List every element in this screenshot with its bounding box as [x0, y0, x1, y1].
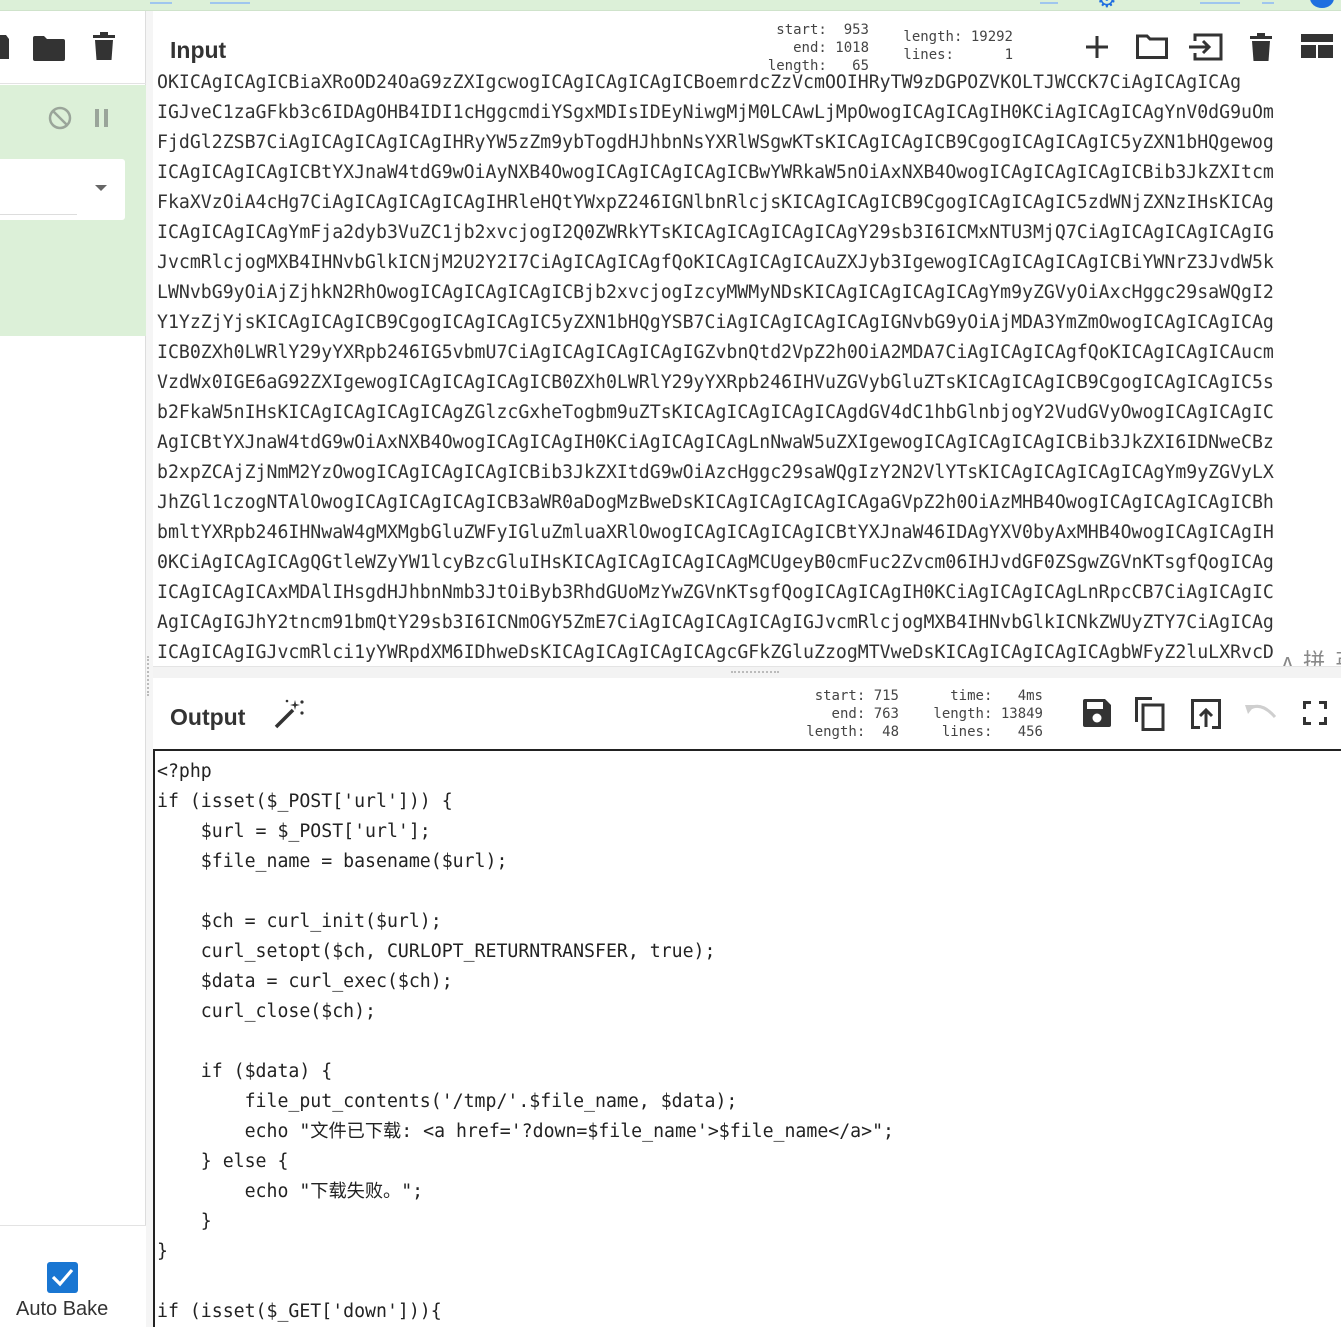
undo-icon[interactable]	[1245, 703, 1277, 723]
help-icon[interactable]	[1310, 0, 1334, 8]
trash-icon[interactable]	[93, 32, 115, 60]
clear-input-icon[interactable]	[1250, 33, 1272, 61]
copy-icon[interactable]	[1135, 697, 1165, 731]
output-code-line: $file_name = basename($url);	[157, 851, 508, 872]
replace-input-icon[interactable]	[1191, 699, 1221, 729]
open-folder-icon[interactable]	[1136, 33, 1168, 59]
auto-bake-checkbox[interactable]	[47, 1262, 78, 1293]
input-text-line: AgICAgIGJhY2tncm91bmQtY29sb3I6ICNmOGY5Zm…	[157, 612, 1274, 633]
input-selection-stats: start: 953 end: 1018 length: 65	[767, 22, 869, 74]
output-code-line: echo "文件已下载: <a href='?down=$file_name'>…	[157, 1121, 894, 1142]
gear-icon[interactable]: ⚙	[1097, 0, 1123, 11]
pause-icon[interactable]	[95, 109, 109, 127]
input-text-line: VzdWx0IGE6aG92ZXIgewogICAgICAgICAgICB0ZX…	[157, 372, 1274, 393]
output-code-line: if (isset($_GET['down'])){	[157, 1301, 442, 1322]
input-text-line: ICAgICAgICAgICBtYXJnaW4tdG9wOiAyNXB4Owog…	[157, 162, 1274, 183]
input-length-stats: length: 19292 lines: 1	[903, 29, 1013, 63]
output-length-stats: time: 4ms length: 13849 lines: 456	[933, 688, 1043, 740]
input-text-line: FkaXVzOiA4cHg7CiAgICAgICAgICAgIHRleHQtYW…	[157, 192, 1274, 213]
input-text-line: Y1YzZjYjsKICAgICAgICB9CgogICAgICAgIC5yZX…	[157, 312, 1274, 333]
output-title: Output	[170, 704, 246, 730]
output-code-line	[157, 1027, 894, 1057]
input-text-line: IGJveC1zaGFkb3c6IDAgOHB4IDI1cHggcmdiYSgx…	[157, 102, 1274, 123]
input-text-line: ICB0ZXh0LWRlY29yYXRpb246IG5vbmU7CiAgICAg…	[157, 342, 1274, 363]
top-nav-strip: ⚙	[0, 0, 1341, 11]
input-text-line: JvcmRlcjogMXB4IHNvbGlkICNjM2U2Y2I7CiAgIC…	[157, 252, 1274, 273]
input-text-line: ICAgICAgICAgYmFja2dyb3VuZC1jb2xvcjogI2Q0…	[157, 222, 1274, 243]
add-tab-icon[interactable]	[1085, 35, 1109, 59]
output-text-area[interactable]: <?php if (isset($_POST['url'])) { $url = …	[153, 749, 1341, 1327]
input-text-line: OKICAgICAgICBiaXRoOD24OaG9zZXIgcwogICAgI…	[157, 74, 1242, 93]
output-code-line: <?php	[157, 761, 212, 782]
output-code-line: curl_close($ch);	[157, 1001, 376, 1022]
output-code-line: if ($data) {	[157, 1061, 333, 1082]
magic-wand-icon[interactable]	[273, 698, 305, 730]
bake-controls: Auto Bake	[0, 1225, 146, 1327]
output-code-line: if (isset($_POST['url'])) {	[157, 791, 453, 812]
output-code-line	[157, 877, 894, 907]
recipe-toolbar	[0, 11, 146, 84]
input-text-line: ICAgICAgIGJvcmRlci1yYWRpdXM6IDhweDsKICAg…	[157, 642, 1274, 663]
recipe-panel: Auto Bake	[0, 11, 146, 1327]
input-text-line: bmltYXRpb246IHNwaW4gMXMgbGluZWFyIGluZmlu…	[157, 522, 1274, 543]
operation-select[interactable]	[0, 159, 125, 220]
checkmark-icon	[51, 1268, 74, 1287]
input-header: Input start: 953 end: 1018 length: 65 le…	[153, 11, 1341, 80]
input-text-line: JhZGl1czogNTAlOwogICAgICAgICAgICB3aWR0aD…	[157, 492, 1274, 513]
output-code-line: curl_setopt($ch, CURLOPT_RETURNTRANSFER,…	[157, 941, 716, 962]
output-code-line: }	[157, 1241, 168, 1262]
output-code-line: echo "下载失败。";	[157, 1181, 424, 1202]
chevron-down-icon	[95, 185, 107, 191]
nav-fragment	[210, 0, 250, 4]
output-code-line: $data = curl_exec($ch);	[157, 971, 453, 992]
vertical-splitter[interactable]	[146, 11, 153, 1327]
ime-toolbar-overlay: ʌ 拼 英 ♪ • 简 ⚙	[1282, 646, 1341, 666]
output-selection-stats: start: 715 end: 763 length: 48	[806, 688, 899, 740]
save-recipe-icon[interactable]	[0, 33, 10, 61]
input-text-line: LWNvbG9yOiAjZjhkN2RhOwogICAgICAgICAgICBj…	[157, 282, 1274, 303]
fullscreen-icon[interactable]	[1303, 701, 1327, 725]
auto-bake-label: Auto Bake	[16, 1298, 109, 1320]
layout-icon[interactable]	[1301, 34, 1333, 58]
input-text-line: b2xpZCAjZjNmM2YzOwogICAgICAgICAgICBib3Jk…	[157, 462, 1274, 483]
output-code-line: $ch = curl_init($url);	[157, 911, 442, 932]
open-file-icon[interactable]	[1189, 33, 1223, 61]
input-text-line: AgICBtYXJnaW4tdG9wOiAxNXB4OwogICAgICAgIH…	[157, 432, 1274, 453]
output-code-line	[157, 1267, 894, 1297]
input-text-line: b2FkaW5nIHsKICAgICAgICAgICAgZGlzcGxheTog…	[157, 402, 1274, 423]
nav-fragment	[1200, 0, 1240, 4]
save-icon[interactable]	[1083, 699, 1111, 727]
output-code-line: }	[157, 1211, 212, 1232]
horizontal-splitter[interactable]	[153, 666, 1341, 678]
disable-icon[interactable]	[48, 106, 72, 130]
folder-icon[interactable]	[33, 35, 65, 61]
input-text: OKICAgICAgICBiaXRoOD24OaG9zZXIgcwogICAgI…	[157, 74, 1274, 666]
output-code-line: $url = $_POST['url'];	[157, 821, 431, 842]
output-header: Output start: 715 end: 763 length: 48 ti…	[153, 678, 1341, 749]
output-code-line: } else {	[157, 1151, 289, 1172]
input-title: Input	[170, 37, 227, 63]
nav-fragment	[1262, 0, 1274, 4]
output-code: <?php if (isset($_POST['url'])) { $url = …	[157, 757, 894, 1327]
nav-fragment	[150, 0, 172, 4]
input-text-line: ICAgICAgICAxMDAlIHsgdHJhbnNmb3JtOiByb3Rh…	[157, 582, 1274, 603]
nav-fragment	[1040, 0, 1058, 4]
input-text-line: 0KCiAgICAgICAgQGtleWZyYW1lcyBzcGluIHsKIC…	[157, 552, 1274, 573]
input-text-area[interactable]: OKICAgICAgICBiaXRoOD24OaG9zZXIgcwogICAgI…	[153, 74, 1341, 666]
output-code-line: file_put_contents('/tmp/'.$file_name, $d…	[157, 1091, 738, 1112]
input-text-line: FjdGl2ZSB7CiAgICAgICAgICAgIHRyYW5zZm9ybT…	[157, 132, 1274, 153]
